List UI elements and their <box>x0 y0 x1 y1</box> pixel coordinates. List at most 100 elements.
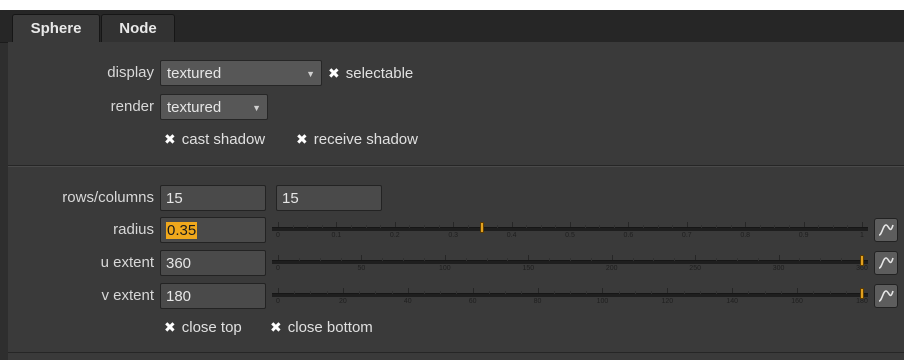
slider-minor-tick <box>486 258 488 261</box>
render-dropdown[interactable]: textured ▼ <box>160 94 268 120</box>
slider-minor-tick <box>507 258 509 261</box>
tab-node[interactable]: Node <box>101 14 175 42</box>
slider-minor-tick <box>701 225 703 228</box>
slider-tick-label: 180 <box>856 298 868 305</box>
slider-minor-tick <box>789 225 790 228</box>
slider-minor-tick <box>424 291 425 294</box>
slider-tick-label: 0.8 <box>740 232 751 239</box>
v-extent-label: v extent <box>101 287 154 304</box>
close-top-checkbox[interactable]: ✖ close top <box>164 316 242 338</box>
v-extent-slider[interactable]: 0 20 40 60 80 100 120 140 160 180 <box>272 283 868 309</box>
slider-tick-label: 0.5 <box>565 232 575 239</box>
display-value: textured <box>167 65 222 82</box>
slider-minor-tick <box>841 258 843 261</box>
receive-shadow-checkbox[interactable]: ✖ receive shadow <box>296 128 418 150</box>
v-extent-field[interactable]: 180 <box>160 283 266 309</box>
slider-minor-tick <box>570 258 571 261</box>
tab-sphere[interactable]: Sphere <box>12 14 100 44</box>
checkmark-icon: ✖ <box>296 131 308 147</box>
slider-handle[interactable] <box>860 255 864 266</box>
slider-tick <box>686 222 688 227</box>
slider-minor-tick <box>764 291 766 294</box>
u-extent-field[interactable]: 360 <box>160 250 266 276</box>
radius-label: radius <box>113 221 154 238</box>
slider-minor-tick <box>599 225 601 228</box>
slider-handle[interactable] <box>480 222 485 233</box>
slider-minor-tick <box>307 225 309 228</box>
slider-minor-tick <box>570 291 571 294</box>
slider-minor-tick <box>643 225 644 228</box>
slider-tick-label: 60 <box>468 298 477 305</box>
slider-minor-tick <box>424 258 425 261</box>
slider-minor-tick <box>526 225 528 228</box>
slider-minor-tick <box>321 225 323 228</box>
slider-tick <box>342 288 344 293</box>
slider-minor-tick <box>380 225 382 228</box>
selectable-checkbox[interactable]: ✖ selectable <box>328 62 413 84</box>
slider-tick-label: 100 <box>596 298 609 305</box>
radius-field[interactable]: 0.35 <box>160 217 266 243</box>
radius-slider[interactable]: 0 0.1 0.2 0.3 0.4 0.5 0.6 0.7 0.8 0.9 1 <box>272 217 868 243</box>
curve-icon <box>878 224 894 236</box>
slider-tick-label: 0.7 <box>681 232 692 239</box>
slider-minor-tick <box>780 291 782 294</box>
slider-minor-tick <box>674 258 676 261</box>
slider-minor-tick <box>497 225 498 228</box>
u-extent-curve-button[interactable] <box>874 251 898 275</box>
slider-minor-tick <box>832 225 834 228</box>
curve-icon <box>878 290 894 302</box>
slider-tick <box>528 255 530 260</box>
slider-minor-tick <box>438 225 440 228</box>
slider-tick-label: 0.4 <box>506 232 517 239</box>
slider-tick <box>732 288 734 293</box>
close-bottom-checkbox[interactable]: ✖ close bottom <box>270 316 373 338</box>
slider-tick <box>695 255 697 260</box>
slider-minor-tick <box>555 225 557 228</box>
cast-shadow-checkbox[interactable]: ✖ cast shadow <box>164 128 265 150</box>
slider-tick <box>472 288 474 293</box>
slider-minor-tick <box>294 291 296 294</box>
slider-minor-tick <box>465 258 467 261</box>
slider-tick-label: 0.6 <box>623 232 634 239</box>
v-extent-curve-button[interactable] <box>874 284 898 308</box>
slider-minor-tick <box>488 291 490 294</box>
slider-tick <box>511 222 513 227</box>
slider-tick-label: 200 <box>605 265 618 272</box>
checkmark-icon: ✖ <box>164 131 176 147</box>
slider-tick <box>745 222 747 227</box>
slider-tick-label: 0.1 <box>331 232 342 239</box>
slider-minor-tick <box>505 291 507 294</box>
slider-minor-tick <box>292 225 294 228</box>
u-extent-slider[interactable]: 0 50 100 150 200 250 300 360 <box>272 250 868 276</box>
close-bottom-label: close bottom <box>287 319 373 336</box>
close-top-label: close top <box>181 319 242 336</box>
slider-tick-label: 40 <box>403 298 412 305</box>
slider-tick <box>611 255 613 260</box>
display-dropdown[interactable]: textured ▼ <box>160 60 322 86</box>
slider-minor-tick <box>590 258 592 261</box>
slider-tick-label: 0 <box>276 298 280 305</box>
slider-minor-tick <box>351 225 352 228</box>
slider-handle[interactable] <box>860 288 864 299</box>
slider-tick-label: 140 <box>726 298 739 305</box>
chevron-down-icon: ▼ <box>252 103 261 113</box>
chevron-down-icon: ▼ <box>306 69 315 79</box>
slider-tick <box>797 288 799 293</box>
slider-minor-tick <box>440 291 442 294</box>
slider-minor-tick <box>759 225 761 228</box>
slider-minor-tick <box>375 291 377 294</box>
slider-tick-label: 300 <box>772 265 785 272</box>
slider-minor-tick <box>298 258 300 261</box>
slider-minor-tick <box>847 225 849 228</box>
radius-curve-button[interactable] <box>874 218 898 242</box>
slider-tick <box>570 222 571 227</box>
render-label: render <box>110 98 154 115</box>
slider-tick <box>628 222 630 227</box>
slider-minor-tick <box>549 258 551 261</box>
columns-field[interactable]: 15 <box>276 185 382 211</box>
selectable-label: selectable <box>345 65 414 82</box>
section-divider-highlight <box>8 166 904 167</box>
rows-field[interactable]: 15 <box>160 185 266 211</box>
slider-minor-tick <box>319 258 321 261</box>
slider-minor-tick <box>391 291 393 294</box>
